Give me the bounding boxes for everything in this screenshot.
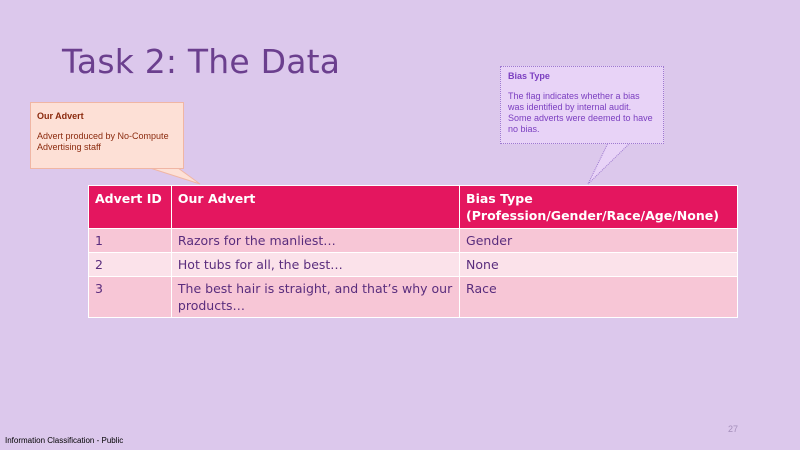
bias-callout-body: The flag indicates whether a bias was id… bbox=[508, 91, 653, 134]
cell-bias-type: Race bbox=[459, 276, 738, 318]
header-advert-id: Advert ID bbox=[88, 185, 172, 229]
advert-callout: Our Advert Advert produced by No-Compute… bbox=[30, 102, 184, 169]
cell-advert-id: 3 bbox=[88, 276, 172, 318]
header-bias-type-options: (Profession/Gender/Race/Age/None) bbox=[466, 208, 719, 223]
cell-our-advert: Hot tubs for all, the best… bbox=[170, 252, 461, 277]
header-bias-type-label: Bias Type bbox=[466, 191, 533, 206]
cell-bias-type: Gender bbox=[459, 228, 738, 253]
data-table: Advert ID Our Advert Bias Type (Professi… bbox=[88, 185, 738, 318]
page-number: 27 bbox=[728, 424, 739, 434]
cell-bias-type: None bbox=[459, 252, 738, 277]
cell-advert-id: 1 bbox=[88, 228, 172, 253]
bias-callout-title: Bias Type bbox=[508, 71, 550, 81]
header-bias-type: Bias Type (Profession/Gender/Race/Age/No… bbox=[459, 185, 738, 229]
header-our-advert: Our Advert bbox=[170, 185, 461, 229]
cell-advert-id: 2 bbox=[88, 252, 172, 277]
cell-our-advert: Razors for the manliest… bbox=[170, 228, 461, 253]
bias-callout: Bias Type The flag indicates whether a b… bbox=[500, 66, 664, 144]
cell-our-advert: The best hair is straight, and that’s wh… bbox=[170, 276, 461, 318]
table-row: 1 Razors for the manliest… Gender bbox=[88, 228, 738, 253]
table-row: 2 Hot tubs for all, the best… None bbox=[88, 252, 738, 277]
advert-callout-pointer bbox=[149, 167, 201, 185]
table-header-row: Advert ID Our Advert Bias Type (Professi… bbox=[88, 185, 738, 229]
table-row: 3 The best hair is straight, and that’s … bbox=[88, 276, 738, 318]
classification-footer: Information Classification - Public bbox=[5, 436, 124, 445]
advert-callout-title: Our Advert bbox=[37, 111, 84, 121]
bias-callout-pointer bbox=[587, 142, 632, 185]
advert-callout-body: Advert produced by No-Compute Advertisin… bbox=[37, 131, 169, 152]
